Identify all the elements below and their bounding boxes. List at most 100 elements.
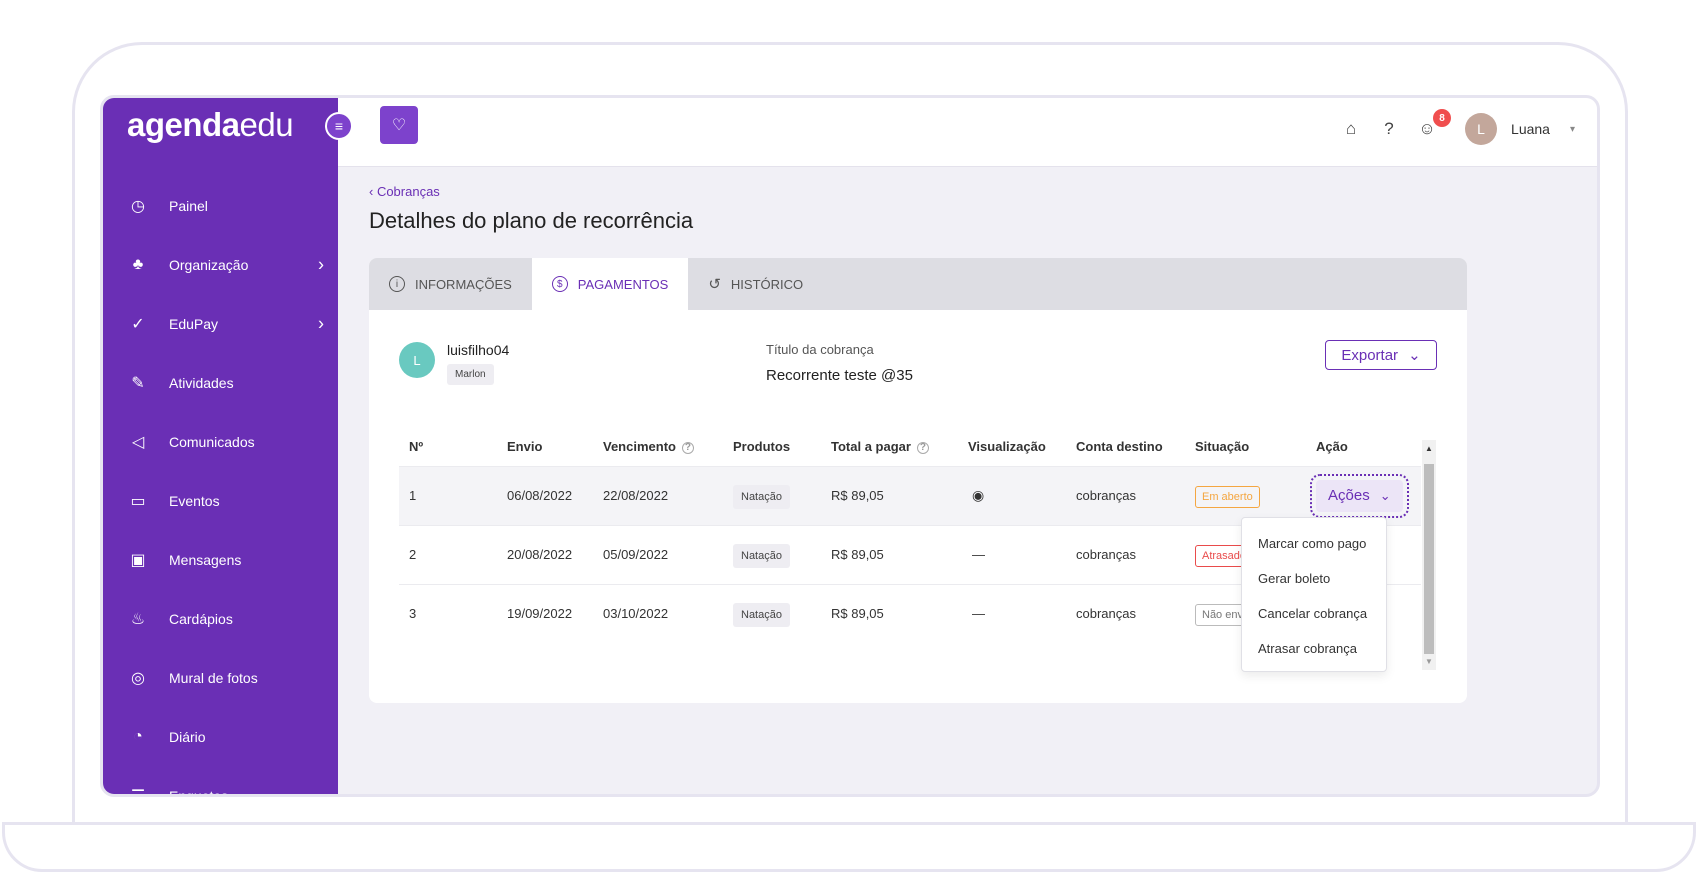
sidebar-item-label: Diário (169, 728, 206, 745)
cell-total: R$ 89,05 (831, 583, 968, 643)
export-label: Exportar (1341, 346, 1399, 364)
tab-pagamentos[interactable]: $ PAGAMENTOS (531, 258, 689, 310)
sidebar-item-cardapios[interactable]: ♨ Cardápios (103, 589, 338, 648)
col-header-situacao: Situação (1195, 439, 1250, 455)
sidebar-item-atividades[interactable]: ✎ Atividades (103, 353, 338, 412)
menu-item-cancelar-cobranca[interactable]: Cancelar cobrança (1242, 596, 1386, 631)
pencil-icon: ✎ (131, 374, 145, 392)
sidebar-item-label: Painel (169, 197, 208, 214)
breadcrumb-cobrancas[interactable]: ‹ Cobranças (369, 184, 440, 199)
menu-item-gerar-boleto[interactable]: Gerar boleto (1242, 561, 1386, 596)
menu-item-marcar-como-pago[interactable]: Marcar como pago (1242, 526, 1386, 561)
export-button[interactable]: Exportar ⌄ (1325, 340, 1437, 370)
sidebar-item-label: Cardápios (169, 610, 233, 627)
student-username: luisfilho04 (447, 342, 510, 358)
charge-title-label: Título da cobrança (766, 342, 874, 357)
camera-icon: ◎ (131, 669, 145, 687)
tab-historico[interactable]: ↺ HISTÓRICO (688, 258, 823, 310)
notifications-button[interactable]: ☺ 8 (1415, 109, 1452, 139)
sidebar-item-comunicados[interactable]: ◁ Comunicados (103, 412, 338, 471)
menu-item-atrasar-cobranca[interactable]: Atrasar cobrança (1242, 631, 1386, 666)
scrollbar-thumb[interactable] (1424, 464, 1434, 654)
sidebar-item-mensagens[interactable]: ▣ Mensagens (103, 530, 338, 589)
tab-bar: i INFORMAÇÕES $ PAGAMENTOS ↺ HISTÓRICO (369, 258, 1467, 310)
dollar-icon: $ (551, 276, 568, 292)
sidebar-item-label: Enquetes (169, 787, 229, 797)
sidebar-item-edupay[interactable]: ✓ EduPay › (103, 294, 338, 353)
help-icon[interactable]: ? (916, 441, 929, 454)
cell-envio: 06/08/2022 (507, 465, 603, 525)
sidebar-item-eventos[interactable]: ▭ Eventos (103, 471, 338, 530)
chevron-down-icon[interactable]: ▾ (1570, 124, 1575, 135)
top-bar: ♡ ⌂ ? ☺ 8 L Luana ▾ (338, 98, 1597, 167)
sidebar-item-label: Atividades (169, 374, 234, 391)
chevron-right-icon: › (318, 313, 324, 333)
list-icon: ☰ (130, 787, 146, 797)
app-window: agendaedu ◷ Painel ♣ Organização › ✓ Edu… (100, 95, 1600, 797)
tab-informacoes[interactable]: i INFORMAÇÕES (369, 258, 532, 310)
sidebar-item-label: Organização (169, 256, 249, 273)
hamburger-icon: ≡ (334, 118, 344, 134)
cell-n: 3 (399, 583, 507, 643)
cell-total: R$ 89,05 (831, 465, 968, 525)
cell-conta: cobranças (1076, 465, 1195, 525)
status-badge: Em aberto (1195, 486, 1260, 508)
student-info: L luisfilho04 Marlon (399, 342, 509, 385)
sidebar-item-diario[interactable]: ◔ Diário (103, 707, 338, 766)
actions-dropdown-menu: Marcar como pago Gerar boleto Cancelar c… (1241, 517, 1387, 672)
eye-icon[interactable]: ◉ (968, 487, 984, 503)
cell-vencimento: 03/10/2022 (603, 583, 733, 643)
table-scrollbar[interactable]: ▲ ▼ (1422, 440, 1436, 670)
cell-n: 2 (399, 524, 507, 584)
scroll-up-icon[interactable]: ▲ (1425, 444, 1433, 453)
sidebar-nav: ◷ Painel ♣ Organização › ✓ EduPay › ✎ At… (103, 176, 338, 797)
top-bar-actions: ⌂ ? ☺ 8 L Luana ▾ (1339, 109, 1575, 148)
actions-label: Ações (1328, 487, 1370, 504)
gift-icon[interactable]: ⌂ (1339, 119, 1363, 139)
history-icon: ↺ (708, 276, 721, 293)
sidebar-item-label: Mensagens (169, 551, 242, 568)
check-icon: ✓ (131, 315, 145, 333)
col-header-visualizacao: Visualização (968, 439, 1046, 455)
calendar-icon: ▭ (130, 492, 146, 510)
col-header-vencimento: Vencimento? (603, 428, 733, 466)
cell-conta: cobranças (1076, 583, 1195, 643)
sidebar-item-painel[interactable]: ◷ Painel (103, 176, 338, 235)
scroll-down-icon[interactable]: ▼ (1425, 657, 1433, 666)
notification-badge: 8 (1433, 109, 1452, 127)
cell-conta: cobranças (1076, 524, 1195, 584)
actions-button[interactable]: Ações ⌄ (1310, 473, 1409, 518)
sidebar-item-enquetes[interactable]: ☰ Enquetes (103, 766, 338, 797)
col-header-envio: Envio (507, 439, 543, 455)
chevron-down-icon: ⌄ (1379, 487, 1391, 503)
product-tag: Natação (733, 485, 790, 509)
cell-envio: 20/08/2022 (507, 524, 603, 584)
sidebar: agendaedu ◷ Painel ♣ Organização › ✓ Edu… (103, 98, 338, 794)
school-brand-icon[interactable]: ♡ (380, 106, 418, 144)
sidebar-item-label: Mural de fotos (169, 669, 258, 686)
user-avatar[interactable]: L (1465, 113, 1498, 145)
timer-icon: ◔ (133, 727, 143, 745)
sidebar-item-mural-de-fotos[interactable]: ◎ Mural de fotos (103, 648, 338, 707)
cutlery-icon: ♨ (130, 610, 146, 628)
sidebar-item-label: Eventos (169, 492, 220, 509)
cell-vencimento: 22/08/2022 (603, 465, 733, 525)
col-header-n: Nº (409, 439, 424, 455)
table-header-row: Nº Envio Vencimento? Produtos Total a pa… (399, 428, 1421, 466)
sidebar-item-label: Comunicados (169, 433, 255, 450)
menu-toggle-button[interactable]: ≡ (325, 112, 353, 140)
cell-n: 1 (399, 465, 507, 525)
student-tag: Marlon (447, 364, 494, 385)
app-logo[interactable]: agendaedu (127, 106, 294, 144)
col-header-total: Total a pagar? (831, 428, 968, 466)
sidebar-item-label: EduPay (169, 315, 219, 332)
user-name[interactable]: Luana (1511, 121, 1550, 137)
tab-label: HISTÓRICO (730, 276, 804, 292)
product-tag: Natação (733, 544, 790, 568)
charge-title-value: Recorrente teste @35 (766, 367, 913, 384)
help-icon[interactable]: ? (1377, 119, 1401, 139)
chat-icon: ▣ (130, 551, 146, 569)
cell-total: R$ 89,05 (831, 524, 968, 584)
help-icon[interactable]: ? (681, 441, 694, 454)
sidebar-item-organizacao[interactable]: ♣ Organização › (103, 235, 338, 294)
